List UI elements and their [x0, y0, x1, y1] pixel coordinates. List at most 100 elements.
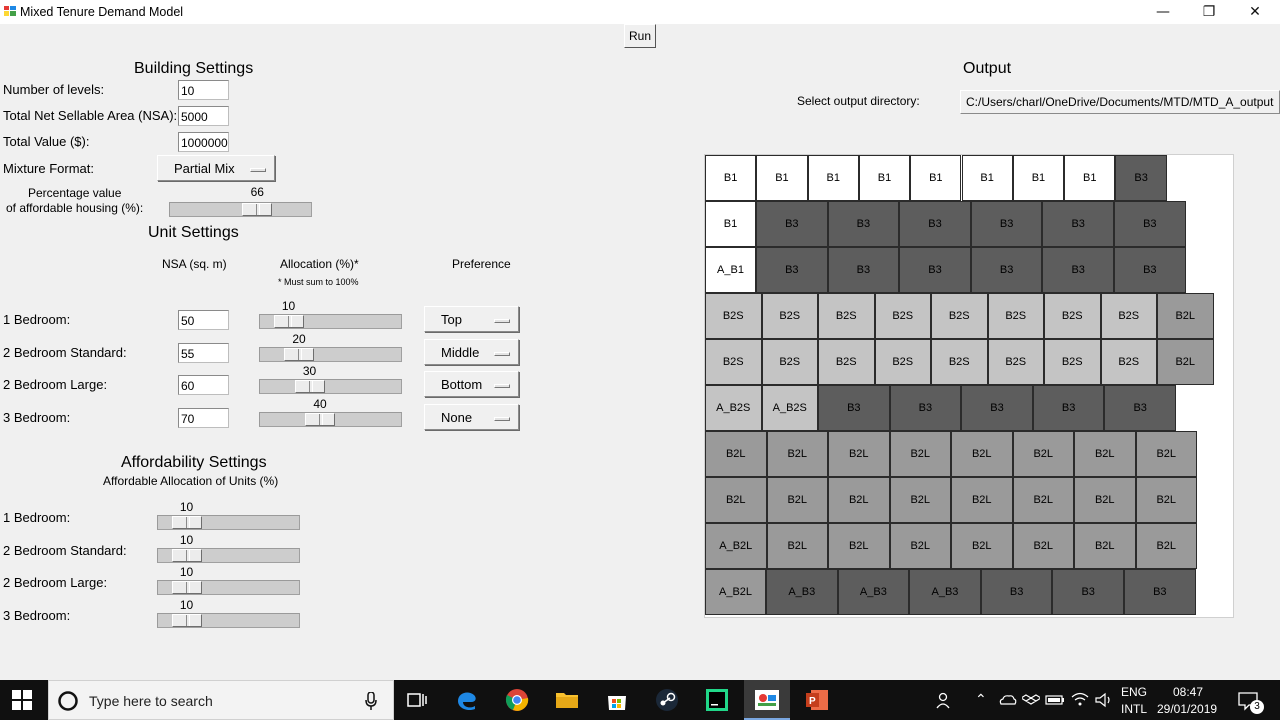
- active-app-tab[interactable]: [744, 680, 790, 720]
- unit-label-2-bedroom-large: 2 Bedroom Large:: [3, 377, 108, 392]
- slider-handle[interactable]: [294, 380, 325, 393]
- run-button[interactable]: Run: [624, 24, 656, 48]
- unit-nsa-input-1-bedroom[interactable]: 50: [178, 310, 229, 330]
- grid-cell: B2L: [951, 477, 1013, 523]
- taskbar-search-box[interactable]: Type here to search: [48, 680, 394, 720]
- unit-settings-header: Unit Settings: [148, 224, 239, 241]
- afford-slider-1-bedroom[interactable]: 10: [157, 500, 300, 530]
- grid-cell: B2L: [705, 477, 767, 523]
- slider-handle[interactable]: [171, 581, 202, 594]
- slider-handle[interactable]: [171, 614, 202, 627]
- grid-cell: B2L: [1074, 477, 1136, 523]
- microphone-icon[interactable]: [365, 692, 377, 710]
- close-button[interactable]: ✕: [1232, 0, 1278, 24]
- edge-browser-icon[interactable]: [455, 688, 479, 712]
- volume-icon[interactable]: [1094, 688, 1114, 712]
- grid-cell: B1: [961, 155, 1013, 201]
- mixture-format-select[interactable]: Partial Mix: [157, 155, 275, 181]
- task-view-icon[interactable]: [405, 688, 429, 712]
- mixture-format-value: Partial Mix: [174, 161, 235, 176]
- chrome-browser-icon[interactable]: [505, 688, 529, 712]
- unit-nsa-input-2-bedroom-large[interactable]: 60: [178, 375, 229, 395]
- afford-label-2-bedroom-large: 2 Bedroom Large:: [3, 575, 108, 590]
- affordable-pct-slider[interactable]: 66: [169, 185, 312, 217]
- slider-handle[interactable]: [305, 413, 335, 426]
- afford-label-3-bedroom: 3 Bedroom:: [3, 608, 71, 623]
- clock-date[interactable]: 29/01/2019: [1157, 702, 1217, 716]
- battery-icon[interactable]: [1045, 688, 1065, 712]
- unit-alloc-value: 10: [281, 299, 296, 313]
- grid-cell: B2L: [1012, 431, 1074, 477]
- steam-icon[interactable]: [655, 688, 679, 712]
- powerpoint-icon[interactable]: P: [805, 688, 829, 712]
- onedrive-cloud-icon[interactable]: [998, 688, 1018, 712]
- app-icon: [4, 6, 16, 16]
- unit-nsa-input-3-bedroom[interactable]: 70: [178, 408, 229, 428]
- slider-handle[interactable]: [171, 516, 202, 529]
- minimize-button[interactable]: —: [1140, 0, 1186, 24]
- nsa-input[interactable]: 5000: [178, 106, 229, 126]
- language-code[interactable]: ENG: [1121, 685, 1147, 699]
- grid-cell: B1: [1064, 155, 1116, 201]
- unit-alloc-slider-2-bedroom-large[interactable]: 30: [259, 364, 402, 394]
- slider-trough: [259, 379, 402, 394]
- wifi-icon[interactable]: [1070, 688, 1090, 712]
- unit-alloc-slider-1-bedroom[interactable]: 10: [259, 299, 402, 329]
- grid-cell: B3: [889, 385, 962, 431]
- windows-start-icon[interactable]: [12, 690, 32, 710]
- grid-cell: B2S: [874, 339, 931, 385]
- unit-pref-select-1-bedroom[interactable]: Top: [424, 306, 519, 332]
- unit-alloc-slider-3-bedroom[interactable]: 40: [259, 397, 402, 427]
- restore-button[interactable]: ❐: [1186, 0, 1232, 24]
- slider-handle[interactable]: [284, 348, 314, 361]
- grid-cell: B3: [756, 201, 828, 247]
- slider-handle[interactable]: [273, 315, 304, 328]
- taskbar: Type here to search P ⌃ ENG INTL 08:47 2…: [0, 680, 1280, 720]
- afford-label-2-bedroom-standard: 2 Bedroom Standard:: [3, 543, 127, 558]
- grid-cell: B3: [1104, 385, 1176, 431]
- grid-cell: B2S: [818, 293, 875, 339]
- slider-handle[interactable]: [242, 203, 273, 216]
- grid-cell: B3: [827, 201, 900, 247]
- afford-slider-3-bedroom[interactable]: 10: [157, 598, 300, 628]
- slider-handle[interactable]: [171, 549, 202, 562]
- total-value-input[interactable]: 1000000: [178, 132, 229, 152]
- grid-cell: B2L: [1135, 523, 1197, 569]
- afford-slider-2-bedroom-standard[interactable]: 10: [157, 533, 300, 563]
- grid-cell: B1: [807, 155, 859, 201]
- affordability-subheader: Affordable Allocation of Units (%): [103, 474, 279, 488]
- unit-pref-select-2-bedroom-standard[interactable]: Middle: [424, 339, 519, 365]
- unit-alloc-slider-2-bedroom-standard[interactable]: 20: [259, 332, 402, 362]
- grid-cell: B3: [899, 201, 971, 247]
- file-explorer-icon[interactable]: [555, 688, 579, 712]
- grid-cell: B1: [705, 155, 757, 201]
- grid-cell: B2S: [874, 293, 931, 339]
- afford-slider-2-bedroom-large[interactable]: 10: [157, 565, 300, 595]
- grid-cell: B3: [756, 247, 828, 293]
- people-icon[interactable]: [935, 688, 955, 712]
- grid-cell: B3: [899, 247, 971, 293]
- clock-time[interactable]: 08:47: [1173, 685, 1203, 699]
- unit-label-2-bedroom-standard: 2 Bedroom Standard:: [3, 345, 127, 360]
- slider-trough: [169, 202, 312, 217]
- grid-cell: B2S: [705, 293, 762, 339]
- grid-cell: A_B3: [909, 569, 981, 615]
- grid-cell: B2L: [828, 477, 890, 523]
- pycharm-icon[interactable]: [705, 688, 729, 712]
- dropbox-icon[interactable]: [1022, 688, 1040, 712]
- grid-cell: B3: [1114, 201, 1186, 247]
- show-hidden-icons-icon[interactable]: ⌃: [975, 691, 987, 708]
- keyboard-layout[interactable]: INTL: [1121, 702, 1147, 716]
- levels-input[interactable]: 10: [178, 80, 229, 100]
- dropdown-indicator-icon: [494, 319, 510, 323]
- output-dir-button[interactable]: C:/Users/charl/OneDrive/Documents/MTD/MT…: [960, 90, 1280, 114]
- total-value-label: Total Value ($):: [3, 134, 90, 149]
- unit-pref-select-3-bedroom[interactable]: None: [424, 404, 519, 430]
- grid-cell: B2S: [1100, 339, 1157, 385]
- unit-pref-select-2-bedroom-large[interactable]: Bottom: [424, 371, 519, 397]
- unit-nsa-input-2-bedroom-standard[interactable]: 55: [178, 343, 229, 363]
- grid-cell: B2L: [766, 431, 828, 477]
- store-icon[interactable]: [605, 688, 629, 712]
- grid-cell: B2L: [951, 431, 1013, 477]
- pct-label-line1: Percentage value: [28, 186, 122, 200]
